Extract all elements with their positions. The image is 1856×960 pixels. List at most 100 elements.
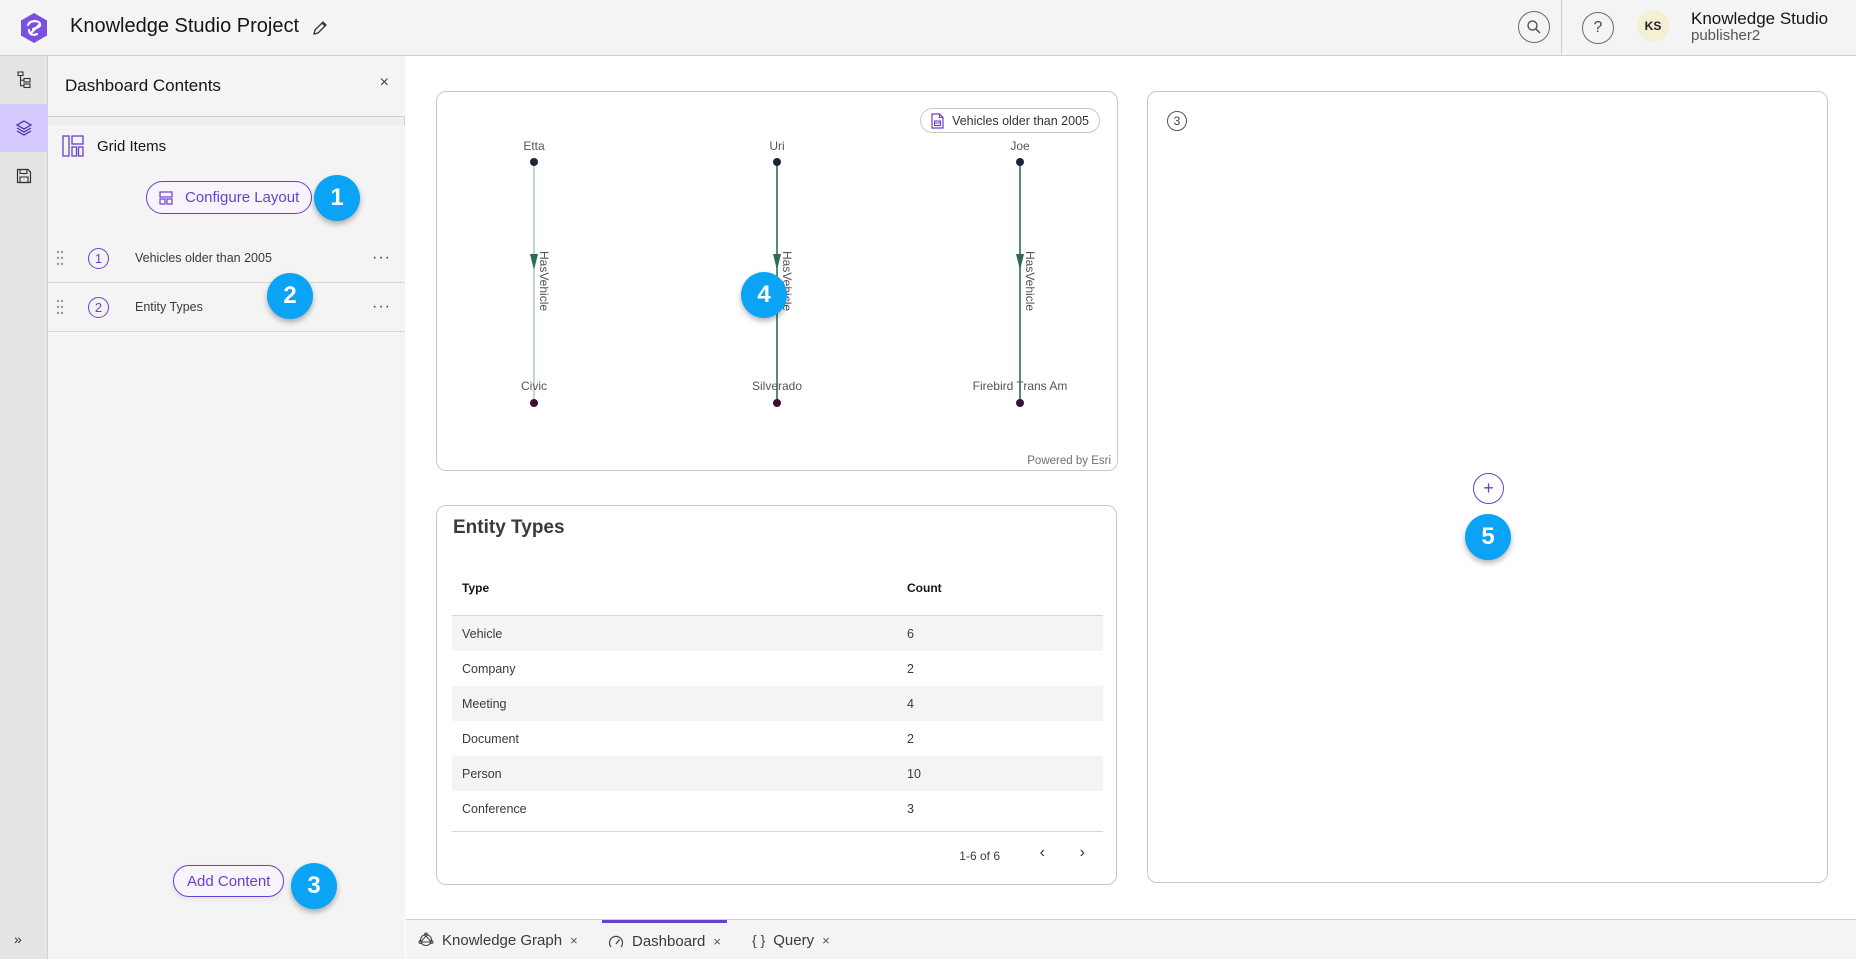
grid-items-label: Grid Items <box>97 137 167 155</box>
callout-badge: 1 <box>314 175 360 221</box>
cell-count: 10 <box>907 766 921 781</box>
table-header: Type Count <box>452 561 1103 616</box>
knowledge-graph-icon <box>418 932 434 948</box>
grid-layout-icon <box>62 135 84 157</box>
expand-rail-button[interactable]: » <box>14 931 22 947</box>
table-row[interactable]: Vehicle 6 <box>452 616 1103 651</box>
table-row[interactable]: Conference 3 <box>452 791 1103 826</box>
hierarchy-icon <box>17 71 31 89</box>
target-node-label: Civic <box>521 379 547 393</box>
panel-title: Dashboard Contents <box>65 76 221 95</box>
previous-page-button[interactable]: ‹ <box>1040 844 1045 862</box>
source-node[interactable] <box>1016 158 1024 166</box>
avatar[interactable]: KS <box>1637 10 1669 42</box>
source-node[interactable] <box>530 158 538 166</box>
list-item[interactable]: 2 Entity Types ··· <box>48 283 405 332</box>
tab-knowledge-graph[interactable]: Knowledge Graph × <box>418 920 578 960</box>
rail-item-hierarchy[interactable] <box>0 56 48 104</box>
callout-badge: 2 <box>267 273 313 319</box>
cell-count: 6 <box>907 626 914 641</box>
drag-handle-icon[interactable] <box>56 250 64 266</box>
close-panel-button[interactable]: × <box>380 74 389 92</box>
edge-arrowhead <box>1016 254 1024 270</box>
callout-badge: 3 <box>291 863 337 909</box>
cell-count: 2 <box>907 661 914 676</box>
tab-label: Knowledge Graph <box>442 931 563 949</box>
tab-query[interactable]: { } Query × <box>752 920 830 960</box>
edge-arrowhead <box>530 254 538 270</box>
cell-count: 4 <box>907 696 914 711</box>
target-node-label: Silverado <box>752 379 802 393</box>
cell-count: 2 <box>907 731 914 746</box>
edge-arrowhead <box>773 254 781 270</box>
cell-type: Meeting <box>462 696 507 711</box>
document-icon <box>931 112 944 129</box>
help-icon: ? <box>1593 19 1603 36</box>
help-button[interactable]: ? <box>1582 12 1614 44</box>
panel-header: Dashboard Contents × <box>48 56 405 117</box>
layer-pill[interactable]: Vehicles older than 2005 <box>920 108 1100 133</box>
page-info: 1-6 of 6 <box>959 849 1000 863</box>
table-body: Vehicle 6 Company 2 Meeting 4 Document 2 Person 1… <box>452 616 1103 826</box>
next-page-button[interactable]: › <box>1080 844 1085 862</box>
edge-label: HasVehicle <box>1023 251 1037 311</box>
cell-type: Conference <box>462 801 527 816</box>
list-item[interactable]: 1 Vehicles older than 2005 ··· <box>48 234 405 283</box>
more-options-button[interactable]: ··· <box>372 298 391 316</box>
target-node-label: Firebird Trans Am <box>973 379 1068 393</box>
cell-type: Document <box>462 731 519 746</box>
app-logo-icon[interactable] <box>19 12 49 44</box>
table-title: Entity Types <box>453 517 565 538</box>
source-node-label: Uri <box>769 139 784 153</box>
drag-handle-icon[interactable] <box>56 299 64 315</box>
close-tab-button[interactable]: × <box>570 933 578 948</box>
target-node[interactable] <box>773 399 781 407</box>
column-header-type[interactable]: Type <box>452 581 907 595</box>
more-options-button[interactable]: ··· <box>372 249 391 267</box>
rail-item-save[interactable] <box>0 152 48 200</box>
entity-types-card: Entity Types Type Count Vehicle 6 Company 2… <box>436 505 1117 885</box>
pencil-icon[interactable] <box>310 18 330 38</box>
item-label: Vehicles older than 2005 <box>135 251 272 265</box>
table-row[interactable]: Person 10 <box>452 756 1103 791</box>
search-button[interactable] <box>1518 11 1550 43</box>
table-pagination: 1-6 of 6 ‹ › <box>452 831 1103 876</box>
configure-layout-button[interactable]: Configure Layout <box>146 181 313 214</box>
layer-pill-label: Vehicles older than 2005 <box>952 113 1089 128</box>
table-row[interactable]: Company 2 <box>452 651 1103 686</box>
layers-icon <box>15 120 33 136</box>
rail-item-layers[interactable] <box>0 104 48 152</box>
user-display-name[interactable]: Knowledge Studio <box>1691 9 1828 29</box>
add-content-button[interactable]: Add Content <box>173 865 285 897</box>
header-divider <box>1561 0 1562 55</box>
item-label: Entity Types <box>135 300 203 314</box>
source-node[interactable] <box>773 158 781 166</box>
add-item-button[interactable]: + <box>1473 473 1504 504</box>
grid-items-section: Grid Items <box>62 135 166 157</box>
close-tab-button[interactable]: × <box>713 934 721 949</box>
cell-type: Vehicle <box>462 626 503 641</box>
tab-label: Dashboard <box>632 933 706 950</box>
panel-body: Grid Items Configure Layout 1 Vehicles o… <box>48 125 405 959</box>
close-tab-button[interactable]: × <box>822 933 830 948</box>
cell-type: Company <box>462 661 516 676</box>
search-icon <box>1527 20 1541 34</box>
item-number-badge: 1 <box>88 247 109 269</box>
item-number-badge: 2 <box>88 296 109 318</box>
column-header-count[interactable]: Count <box>907 581 942 595</box>
top-bar: Knowledge Studio Project ? KS Knowledge … <box>0 0 1856 56</box>
entity-types-table: Type Count Vehicle 6 Company 2 Meeting 4 Docum… <box>452 561 1103 826</box>
tab-label: Query <box>773 931 815 949</box>
table-row[interactable]: Document 2 <box>452 721 1103 756</box>
project-title: Knowledge Studio Project <box>70 15 300 37</box>
callout-badge: 5 <box>1465 514 1511 560</box>
target-node[interactable] <box>530 399 538 407</box>
user-username: publisher2 <box>1691 27 1761 44</box>
edge-label: HasVehicle <box>537 251 551 311</box>
cell-count: 3 <box>907 801 914 816</box>
tab-dashboard[interactable]: Dashboard × <box>602 920 727 960</box>
callout-badge: 4 <box>741 272 787 318</box>
target-node[interactable] <box>1016 399 1024 407</box>
table-row[interactable]: Meeting 4 <box>452 686 1103 721</box>
source-node-label: Joe <box>1010 139 1030 153</box>
